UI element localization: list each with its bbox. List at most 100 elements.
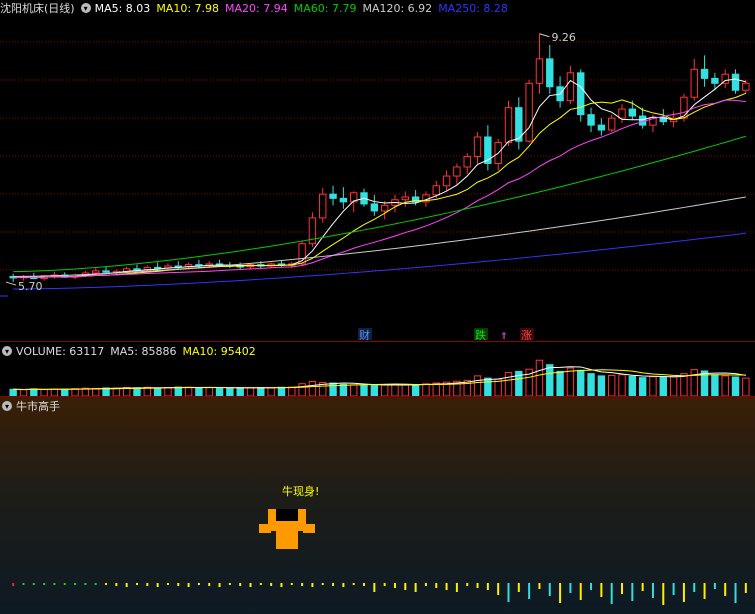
event-marker-text-0: 财: [359, 328, 370, 340]
volume-bar-32: [339, 383, 348, 396]
indicator-bar-71: [744, 583, 747, 593]
candle-body-18: [195, 264, 203, 267]
volume-bar-24: [257, 387, 265, 396]
low-marker: [5, 281, 17, 286]
volume-bar-53: [556, 370, 564, 396]
indicator-bar-59: [621, 583, 624, 594]
volume-bar-37: [391, 383, 399, 396]
indicator-bar-43: [455, 583, 458, 592]
indicator-bar-63: [662, 583, 665, 605]
candle-body-51: [535, 58, 544, 84]
indicator-bar-47: [497, 583, 500, 595]
volume-bar-5: [61, 388, 69, 396]
candle-body-50: [525, 82, 533, 142]
indicator-bar-23: [249, 583, 252, 587]
volume-bar-46: [484, 377, 492, 396]
indicator-bar-56: [590, 583, 593, 590]
volume-bar-40: [422, 383, 430, 396]
indicator-bar-9: [105, 583, 108, 585]
indicator-bar-58: [610, 583, 613, 604]
volume-bar-4: [50, 388, 59, 396]
high-marker: [539, 33, 550, 38]
candle-body-54: [566, 72, 575, 102]
indicator-bar-1: [22, 583, 25, 585]
indicator-bar-70: [734, 583, 737, 603]
volume-bar-62: [649, 376, 657, 396]
candle-body-48: [504, 107, 513, 144]
indicator-bar-3: [43, 583, 46, 585]
indicator-bar-66: [693, 583, 696, 592]
indicator-bar-13: [146, 583, 149, 586]
volume-bar-52: [546, 364, 554, 396]
candle-body-55: [577, 72, 585, 116]
volume-bar-19: [205, 387, 213, 396]
candle-body-42: [442, 175, 451, 187]
volume-bar-63: [659, 376, 667, 396]
candle-body-8: [92, 270, 100, 274]
indicator-bar-37: [393, 583, 396, 588]
indicator-bar-52: [548, 583, 551, 596]
indicator-bar-60: [631, 583, 634, 601]
candle-body-56: [587, 114, 595, 126]
volume-bar-18: [195, 387, 203, 396]
volume-bar-56: [587, 373, 595, 396]
bull-horn-right: [303, 524, 315, 533]
indicator-bar-61: [641, 583, 644, 591]
candle-body-41: [432, 185, 440, 196]
candle-body-13: [143, 266, 152, 270]
bull-horn-left: [259, 524, 271, 533]
candle-body-44: [463, 156, 471, 168]
indicator-bar-22: [239, 583, 242, 586]
indicator-bar-31: [332, 583, 335, 586]
price-chart[interactable]: 9.26 5.70 财 跌 涨 ⇑: [0, 0, 755, 340]
ma60-line: [13, 135, 746, 273]
ma120-line: [13, 196, 746, 277]
indicator-bar-0: [12, 583, 15, 586]
indicator-bar-44: [466, 583, 469, 586]
volume-bar-22: [236, 387, 244, 396]
indicator-bar-36: [383, 583, 386, 586]
candle-body-58: [607, 117, 616, 131]
volume-chart[interactable]: [0, 342, 755, 396]
volume-bar-64: [669, 375, 678, 396]
volume-panel: ▾ VOLUME: 63117 MA5: 85886 MA10: 95402: [0, 342, 755, 396]
bull-face: [276, 509, 298, 521]
volume-bar-65: [680, 373, 688, 396]
candle-body-12: [133, 268, 141, 271]
volume-bar-39: [411, 384, 420, 396]
indicator-bar-45: [476, 583, 479, 588]
indicator-chart: [12, 509, 747, 605]
indicator-bar-18: [197, 583, 200, 585]
indicator-bar-27: [290, 583, 293, 585]
candle-body-60: [628, 108, 637, 117]
indicator-bar-15: [166, 583, 169, 585]
indicator-bar-32: [342, 583, 345, 587]
event-marker-0: 财: [358, 328, 372, 340]
indicator-bar-10: [115, 583, 118, 586]
volume-bar-31: [329, 382, 337, 396]
indicator-bar-46: [486, 583, 489, 590]
candle-body-43: [453, 166, 461, 177]
indicator-bar-65: [682, 583, 685, 602]
volume-bar-54: [566, 367, 575, 396]
volume-bar-48: [504, 372, 513, 396]
candle-body-67: [700, 68, 709, 79]
volume-bar-20: [215, 387, 224, 396]
candle-body-45: [473, 136, 482, 158]
indicator-bar-54: [569, 583, 572, 593]
indicator-bar-8: [94, 583, 97, 585]
bull-snout: [276, 531, 298, 549]
indicator-bar-12: [135, 583, 138, 585]
indicator-bar-67: [703, 583, 706, 599]
indicator-bar-69: [724, 583, 727, 596]
indicator-bar-41: [435, 583, 438, 588]
volume-bar-15: [164, 387, 172, 396]
indicator-bar-48: [507, 583, 510, 602]
volume-bar-21: [226, 387, 234, 396]
high-price-label: 9.26: [551, 31, 576, 44]
event-marker-text-1: 跌: [475, 328, 486, 340]
candle-body-52: [546, 58, 554, 88]
volume-bar-33: [350, 384, 358, 396]
indicator-bar-38: [404, 583, 407, 590]
indicator-bar-30: [321, 583, 324, 585]
